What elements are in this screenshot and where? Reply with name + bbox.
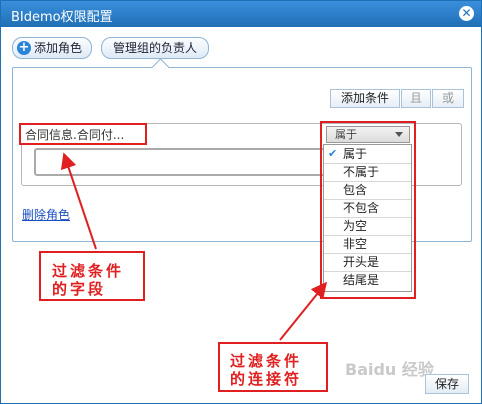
annotation-arrows: [60, 152, 328, 341]
field-arrow: [60, 152, 97, 250]
operator-arrow: [279, 281, 328, 341]
